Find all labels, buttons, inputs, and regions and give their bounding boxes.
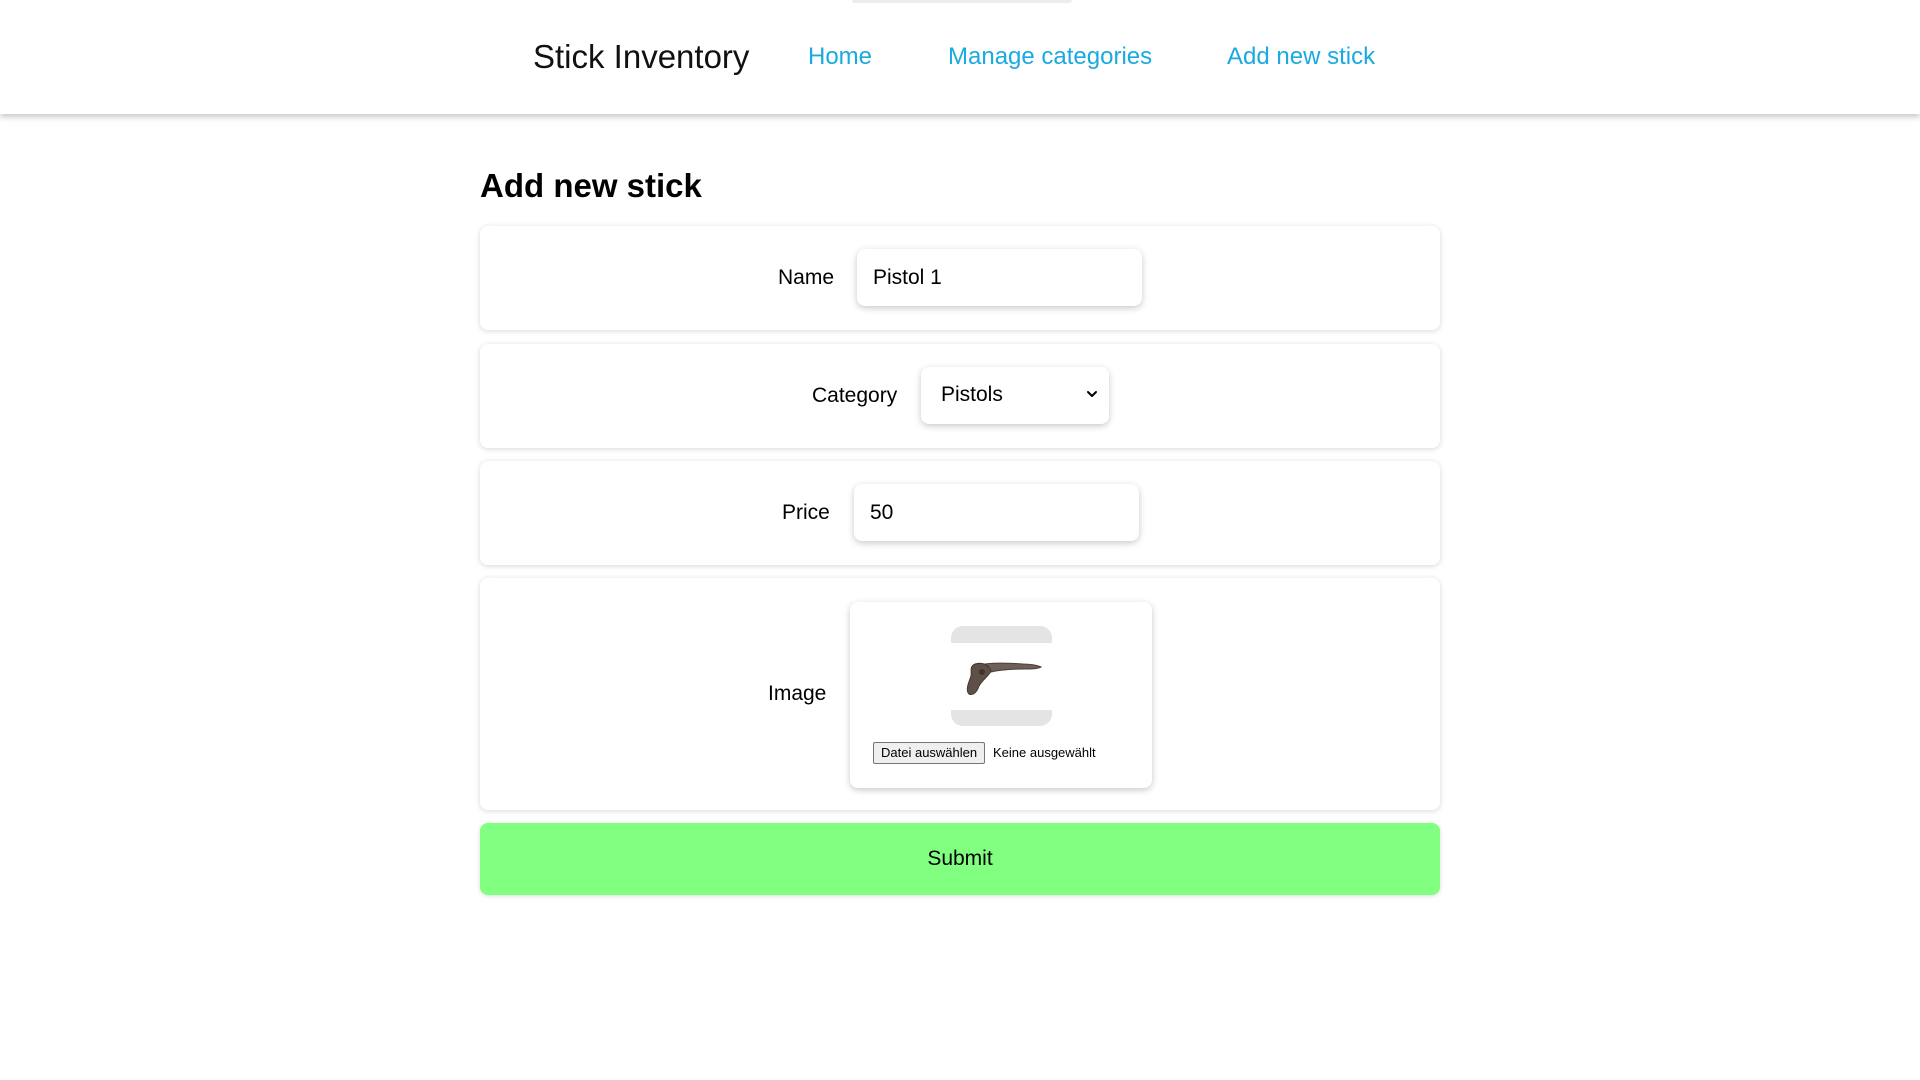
nav-home-link[interactable]: Home xyxy=(808,43,872,71)
name-label: Name xyxy=(778,266,835,289)
price-input[interactable] xyxy=(854,484,1139,541)
choose-file-button[interactable]: Datei auswählen xyxy=(873,742,986,764)
top-edge-hint xyxy=(852,0,1072,3)
chevron-down-icon xyxy=(1087,391,1097,397)
name-field-card: Name xyxy=(480,226,1440,330)
name-input[interactable] xyxy=(857,249,1142,306)
category-label: Category xyxy=(812,384,898,407)
category-selected-value: Pistols xyxy=(941,383,1003,406)
image-field-card: Image Datei auswählen Keine ausgewählt xyxy=(480,578,1440,810)
pistol-stick-image xyxy=(966,662,1043,695)
price-label: Price xyxy=(782,501,830,524)
nav-manage-categories-link[interactable]: Manage categories xyxy=(948,43,1152,71)
image-label: Image xyxy=(768,682,827,705)
brand-title: Stick Inventory xyxy=(533,38,750,75)
category-field-card: Category Pistols xyxy=(480,344,1440,448)
top-navbar: Stick Inventory Home Manage categories A… xyxy=(0,0,1920,114)
nav-add-new-stick-link[interactable]: Add new stick xyxy=(1227,43,1375,71)
file-status-text: Keine ausgewählt xyxy=(993,745,1096,760)
submit-button[interactable]: Submit xyxy=(480,823,1440,895)
page-title: Add new stick xyxy=(480,167,702,204)
image-upload-box: Datei auswählen Keine ausgewählt xyxy=(850,602,1152,788)
category-select[interactable]: Pistols xyxy=(921,367,1109,424)
price-field-card: Price xyxy=(480,461,1440,565)
image-thumbnail xyxy=(951,626,1052,726)
